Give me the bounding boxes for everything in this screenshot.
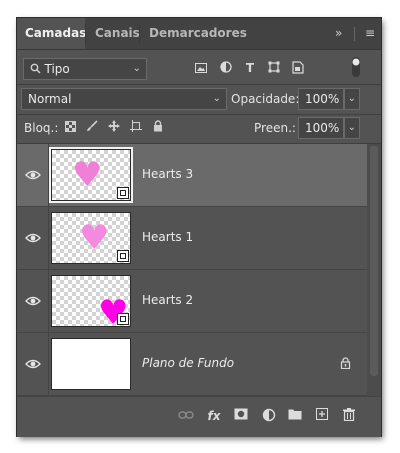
heart-thumbnail-icon: ♥: [72, 155, 103, 195]
layer-name[interactable]: Hearts 2: [142, 293, 193, 307]
layer-thumbnail[interactable]: ♥: [51, 212, 131, 264]
toolbar-divider: [17, 84, 381, 85]
layer-name[interactable]: Hearts 1: [142, 230, 193, 244]
blend-mode-select[interactable]: Normal ⌄: [21, 88, 227, 110]
tab-demarcadores[interactable]: Demarcadores: [141, 18, 247, 49]
panel-tab-bar: Camadas Canais Demarcadores » ≡: [17, 18, 381, 50]
visibility-eye-icon[interactable]: [25, 293, 41, 309]
link-icon[interactable]: [178, 408, 194, 424]
lock-artboard-icon[interactable]: [129, 120, 143, 136]
chevron-down-icon: ⌄: [132, 63, 141, 74]
layers-scrollbar[interactable]: [367, 144, 381, 396]
layers-panel: Camadas Canais Demarcadores » ≡ Tipo ⌄ T: [16, 17, 382, 437]
visibility-eye-icon[interactable]: [25, 167, 41, 183]
lock-all-icon[interactable]: [151, 120, 165, 136]
opacity-input[interactable]: 100%: [298, 88, 344, 110]
type-filter-icon[interactable]: T: [242, 60, 258, 76]
shape-filter-icon[interactable]: [266, 61, 282, 77]
layer-name[interactable]: Hearts 3: [142, 167, 193, 181]
layer-thumbnail[interactable]: ♥: [49, 147, 133, 203]
layer-row[interactable]: ♥ Hearts 1: [17, 207, 367, 270]
layers-list: ♥ Hearts 3 ♥ Hearts 1 ♥ Hearts 2 Plano d…: [17, 144, 367, 396]
smart-object-badge-icon: [117, 250, 129, 262]
new-layer-icon[interactable]: [314, 408, 330, 424]
row-divider: [48, 144, 49, 206]
smart-object-badge-icon: [117, 187, 129, 199]
adjustment-icon[interactable]: [261, 408, 277, 424]
row-divider: [48, 207, 49, 269]
chevron-down-icon: ⌄: [347, 93, 356, 104]
tab-divider: [85, 24, 86, 44]
trash-icon[interactable]: [341, 408, 357, 424]
lock-image-pixels-icon[interactable]: [85, 120, 99, 136]
lock-icon: [340, 357, 351, 369]
scrollbar-thumb[interactable]: [370, 146, 378, 376]
smart-object-badge-icon: [117, 313, 129, 325]
panel-menu-icon[interactable]: ≡: [365, 26, 375, 40]
fill-label: Preen.:: [254, 121, 296, 135]
layer-thumbnail[interactable]: [51, 338, 131, 390]
lock-position-icon[interactable]: [107, 120, 121, 136]
visibility-eye-icon[interactable]: [25, 230, 41, 246]
layer-row[interactable]: ♥ Hearts 3: [17, 144, 367, 207]
tab-canais[interactable]: Canais: [87, 18, 140, 49]
chevron-down-icon: ⌄: [347, 122, 356, 133]
tab-camadas[interactable]: Camadas: [17, 18, 86, 49]
layer-name[interactable]: Plano de Fundo: [142, 356, 234, 370]
row-divider: [48, 333, 49, 395]
filter-toggle-icon[interactable]: [349, 56, 363, 80]
lock-label: Bloq.:: [24, 121, 59, 135]
layer-row[interactable]: Plano de Fundo: [17, 333, 367, 396]
image-filter-icon[interactable]: [193, 61, 209, 77]
toolbar-divider: [17, 114, 381, 115]
controls-divider: [354, 26, 356, 41]
fx-icon[interactable]: fx: [206, 408, 222, 424]
tab-divider: [139, 24, 140, 44]
layer-row[interactable]: ♥ Hearts 2: [17, 270, 367, 333]
fill-input[interactable]: 100%: [298, 117, 344, 139]
group-folder-icon[interactable]: [287, 408, 303, 424]
blend-mode-value: Normal: [28, 92, 72, 106]
opacity-label: Opacidade:: [231, 92, 300, 106]
layer-thumbnail[interactable]: ♥: [51, 275, 131, 330]
fill-dropdown-button[interactable]: ⌄: [344, 117, 360, 139]
filter-kind-value: Tipo: [44, 62, 70, 76]
chevron-down-icon: ⌄: [212, 93, 221, 104]
panel-controls: » ≡: [335, 18, 375, 49]
opacity-dropdown-button[interactable]: ⌄: [344, 88, 360, 110]
visibility-eye-icon[interactable]: [25, 356, 41, 372]
collapse-panel-icon[interactable]: »: [335, 26, 342, 40]
layer-filter-kind-select[interactable]: Tipo ⌄: [23, 58, 147, 80]
heart-thumbnail-icon: ♥: [79, 218, 110, 258]
smart-object-filter-icon[interactable]: [290, 61, 306, 78]
mask-icon[interactable]: [233, 408, 249, 424]
lock-transparent-pixels-icon[interactable]: [63, 120, 77, 136]
row-divider: [48, 270, 49, 332]
layers-footer-toolbar: fx: [17, 396, 381, 437]
search-icon: [30, 63, 45, 76]
adjustment-filter-icon[interactable]: [218, 61, 234, 77]
